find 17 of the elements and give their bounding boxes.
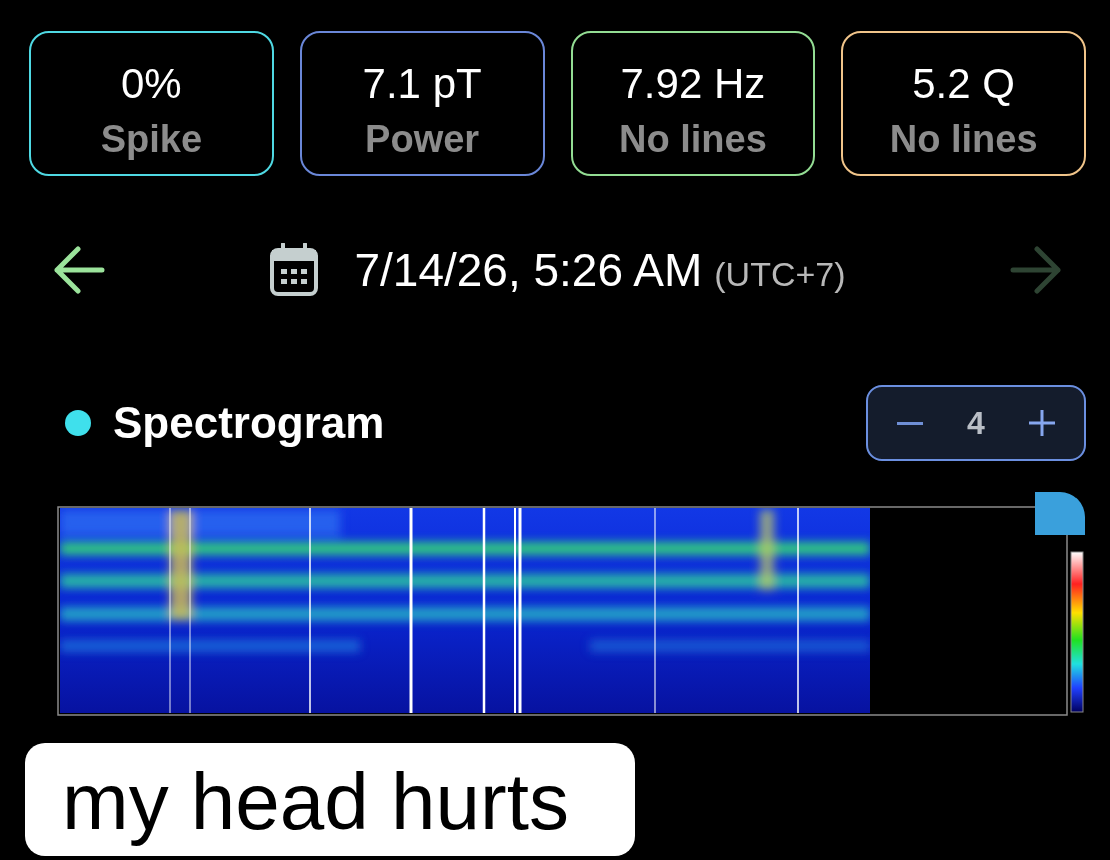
stat-label: No lines [889,119,1038,159]
timezone-text: (UTC+7) [714,257,846,291]
calendar-icon[interactable] [269,243,320,297]
stepper-value: 4 [967,407,985,439]
stat-label: Spike [100,119,203,159]
stat-label: No lines [618,119,767,159]
right-arrow-icon [1009,245,1063,295]
stat-value: 7.92 Hz [620,61,766,107]
left-arrow-icon [52,245,106,295]
stat-value: 5.2 Q [912,61,1015,107]
stat-label: Power [365,119,480,159]
stat-value: 7.1 pT [362,61,482,107]
date-text: 7/14/26, 5:26 AM [354,247,703,293]
stat-value: 0% [121,61,182,107]
section-title: Spectrogram [113,401,385,445]
minus-icon [897,421,923,425]
plus-icon [1029,410,1055,436]
